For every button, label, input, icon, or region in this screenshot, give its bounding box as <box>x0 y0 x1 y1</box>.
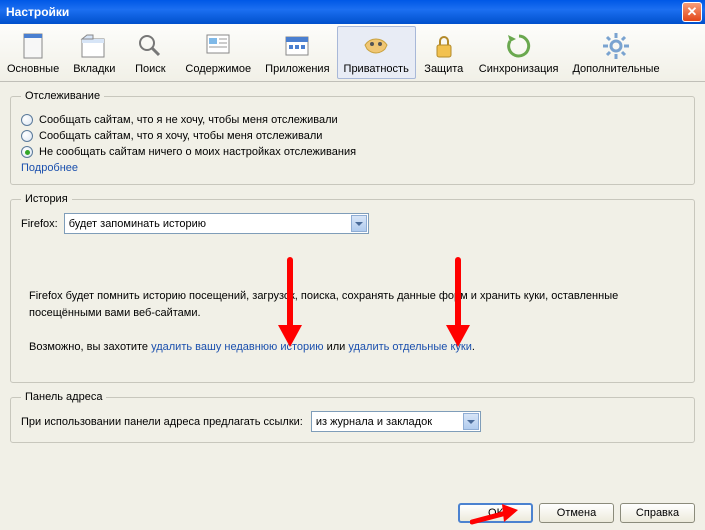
tab-security[interactable]: Защита <box>416 26 472 79</box>
tracking-opt-do-not-track[interactable]: Сообщать сайтам, что я не хочу, чтобы ме… <box>21 114 684 126</box>
chevron-down-icon <box>463 413 479 430</box>
dialog-footer: ОК Отмена Справка <box>0 494 705 530</box>
history-description: Firefox будет помнить историю посещений,… <box>29 288 676 321</box>
history-links-line: Возможно, вы захотите удалить вашу недав… <box>29 339 676 356</box>
addressbar-group: Панель адреса При использовании панели а… <box>10 391 695 443</box>
tracking-opt-allow-track[interactable]: Сообщать сайтам, что я хочу, чтобы меня … <box>21 130 684 142</box>
tracking-legend: Отслеживание <box>21 90 104 102</box>
gear-icon <box>600 30 632 61</box>
window-title: Настройки <box>6 5 682 19</box>
tracking-opt-no-pref[interactable]: Не сообщать сайтам ничего о моих настрой… <box>21 146 684 158</box>
addressbar-label: При использовании панели адреса предлага… <box>21 416 303 428</box>
tab-search[interactable]: Поиск <box>122 26 178 79</box>
radio-icon <box>21 114 33 126</box>
applications-icon <box>281 30 313 61</box>
tracking-more-link[interactable]: Подробнее <box>21 162 78 174</box>
tabs-icon <box>78 30 110 61</box>
tab-tabs[interactable]: Вкладки <box>66 26 122 79</box>
radio-icon <box>21 130 33 142</box>
help-button[interactable]: Справка <box>620 503 695 523</box>
clear-recent-history-link[interactable]: удалить вашу недавнюю историю <box>151 341 323 353</box>
chevron-down-icon <box>351 215 367 232</box>
history-legend: История <box>21 193 72 205</box>
radio-icon <box>21 146 33 158</box>
addressbar-legend: Панель адреса <box>21 391 106 403</box>
tracking-group: Отслеживание Сообщать сайтам, что я не х… <box>10 90 695 185</box>
history-group: История Firefox: будет запоминать истори… <box>10 193 695 383</box>
history-mode-label: Firefox: <box>21 218 58 230</box>
tab-privacy[interactable]: Приватность <box>337 26 416 79</box>
security-icon <box>428 30 460 61</box>
settings-toolbar: Основные Вкладки Поиск Содержимое Прилож… <box>0 24 705 82</box>
privacy-icon <box>360 30 392 61</box>
tab-applications[interactable]: Приложения <box>258 26 336 79</box>
clear-cookies-link[interactable]: удалить отдельные куки <box>348 341 471 353</box>
history-mode-select[interactable]: будет запоминать историю <box>64 213 369 234</box>
search-icon <box>134 30 166 61</box>
titlebar: Настройки ✕ <box>0 0 705 24</box>
tab-sync[interactable]: Синхронизация <box>472 26 566 79</box>
content-area: Отслеживание Сообщать сайтам, что я не х… <box>0 82 705 494</box>
content-icon <box>202 30 234 61</box>
sync-icon <box>503 30 535 61</box>
tab-content[interactable]: Содержимое <box>178 26 258 79</box>
addressbar-suggest-select[interactable]: из журнала и закладок <box>311 411 481 432</box>
cancel-button[interactable]: Отмена <box>539 503 614 523</box>
general-icon <box>17 30 49 61</box>
tab-advanced[interactable]: Дополнительные <box>565 26 666 79</box>
ok-button[interactable]: ОК <box>458 503 533 523</box>
close-button[interactable]: ✕ <box>682 2 702 22</box>
tab-general[interactable]: Основные <box>0 26 66 79</box>
